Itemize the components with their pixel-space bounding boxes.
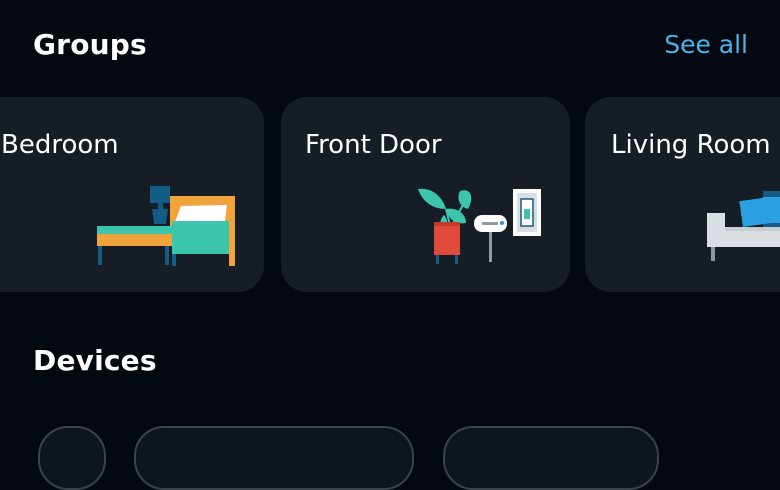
group-card-living-room[interactable]: Living Room: [585, 97, 780, 292]
device-filter-chip[interactable]: [443, 426, 659, 490]
see-all-link[interactable]: See all: [664, 30, 748, 59]
group-card-label: Bedroom: [1, 130, 119, 160]
group-card-label: Living Room: [611, 130, 771, 160]
group-card-front-door[interactable]: Front Door: [281, 97, 570, 292]
group-card-bedroom[interactable]: Bedroom: [0, 97, 264, 292]
device-filter-chip[interactable]: [134, 426, 414, 490]
group-card-label: Front Door: [305, 130, 442, 160]
device-filter-chip[interactable]: [38, 426, 106, 490]
devices-heading: Devices: [33, 344, 157, 377]
living-room-illustration-icon: [707, 191, 780, 261]
groups-heading: Groups: [33, 28, 147, 61]
front-door-illustration-icon: [418, 188, 541, 264]
bedroom-illustration-icon: [97, 186, 235, 266]
